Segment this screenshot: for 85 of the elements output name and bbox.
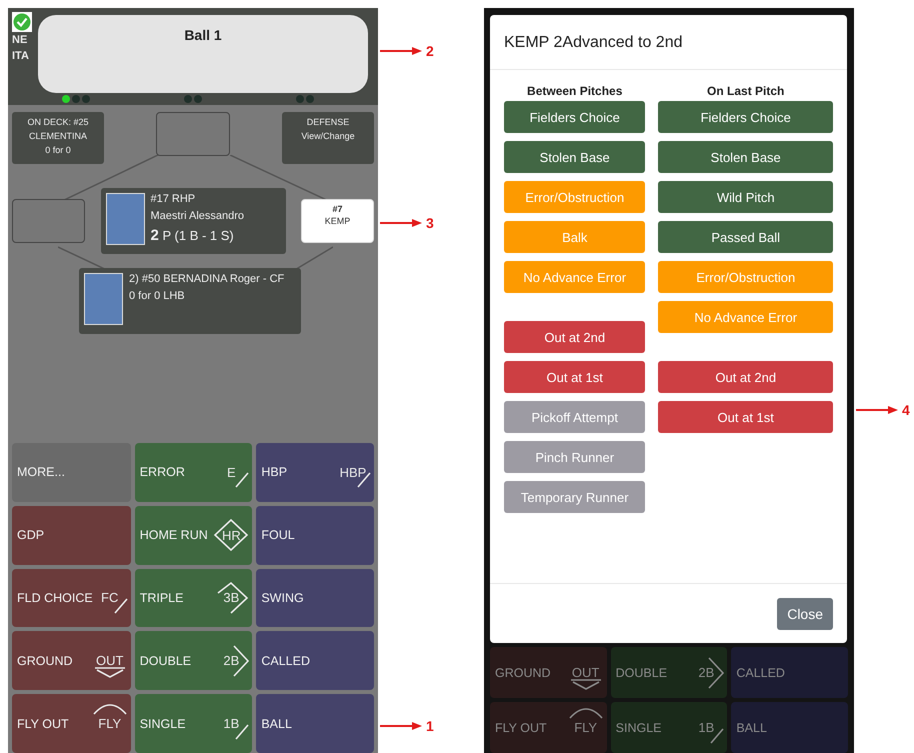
base-path-icon	[218, 582, 248, 613]
play-button[interactable]: TRIPLE 3B	[134, 568, 252, 628]
batter-name: 2) #50 BERNADINA Roger - CF	[129, 273, 284, 285]
play-symbol: OUT	[572, 665, 600, 680]
play-button[interactable]: SINGLE 1B	[610, 702, 728, 753]
annotation-number: 4	[902, 402, 910, 418]
defense-text: View/Change	[301, 131, 355, 141]
action-button[interactable]: Out at 2nd	[658, 361, 833, 393]
modal-title: KEMP 2Advanced to 2nd	[504, 34, 682, 51]
play-symbol: 2B	[698, 665, 714, 680]
play-symbol: OUT	[96, 653, 124, 668]
arrow-icon	[380, 46, 422, 56]
on-deck-card[interactable]: ON DECK: #25 CLEMENTINA 0 for 0	[12, 112, 104, 164]
defense-text: DEFENSE	[306, 117, 350, 127]
annotation-number: 3	[426, 215, 434, 231]
runner-number: #7	[332, 204, 342, 214]
play-button[interactable]: DOUBLE 2B	[610, 647, 728, 698]
on-deck-text: 0 for 0	[45, 145, 71, 155]
play-button[interactable]: GROUND OUT	[12, 631, 131, 690]
play-symbol: E	[227, 464, 236, 480]
play-symbol: HR	[222, 528, 241, 543]
play-button[interactable]: SINGLE 1B	[134, 694, 252, 753]
play-button[interactable]: GDP	[12, 506, 131, 565]
action-button[interactable]: Out at 1st	[658, 401, 833, 433]
diamond-icon	[215, 520, 248, 550]
action-button[interactable]: Passed Ball	[658, 221, 833, 253]
column-heading: On Last Pitch	[706, 84, 786, 98]
play-symbol: FLY	[574, 720, 598, 735]
defense-card[interactable]: DEFENSE View/Change	[282, 112, 374, 164]
on-deck-text: ON DECK: #25	[27, 117, 89, 127]
play-button[interactable]: BALL	[731, 702, 848, 753]
play-button[interactable]: FLD CHOICE FC	[12, 568, 131, 628]
toast-title: Ball 1	[184, 27, 222, 43]
column-heading: Between Pitches	[526, 84, 624, 98]
close-button[interactable]: Close	[777, 598, 833, 630]
second-base-box[interactable]	[156, 112, 230, 156]
play-button[interactable]: CALLED	[256, 631, 374, 690]
action-button[interactable]: Fielders Choice	[504, 101, 646, 133]
play-symbol: HBP	[340, 464, 366, 480]
play-button[interactable]: FOUL	[256, 506, 374, 565]
play-button[interactable]: MORE...	[12, 443, 131, 502]
annotation-number: 1	[426, 718, 434, 734]
play-symbol: FLY	[98, 716, 122, 732]
annotation-number: 2	[426, 43, 434, 59]
play-symbol: 2B	[223, 653, 240, 668]
on-deck-text: CLEMENTINA	[28, 131, 87, 141]
catch-icon	[570, 680, 601, 690]
play-button[interactable]: HOME RUN HR	[134, 506, 252, 565]
play-button[interactable]: DOUBLE 2B	[134, 631, 252, 690]
action-button[interactable]: Wild Pitch	[658, 181, 833, 213]
action-button[interactable]: Stolen Base	[504, 141, 646, 173]
pitcher-number: #17 RHP	[150, 193, 196, 205]
slash-icon	[236, 473, 248, 488]
action-button[interactable]: Stolen Base	[658, 141, 833, 173]
play-button[interactable]: ERROR E	[134, 443, 252, 502]
play-button[interactable]: CALLED	[731, 647, 848, 698]
photo-placeholder	[106, 193, 144, 245]
arc-icon	[570, 708, 602, 718]
play-button[interactable]: BALL	[256, 694, 374, 753]
play-button[interactable]: GROUND OUT	[490, 647, 607, 698]
photo-placeholder	[84, 273, 123, 325]
play-symbol: 1B	[223, 716, 240, 732]
catch-icon	[94, 668, 125, 678]
arrow-icon	[856, 405, 898, 415]
first-base-box[interactable]: #7 KEMP	[301, 199, 374, 243]
play-button[interactable]: HBP HBP	[256, 443, 374, 502]
action-button[interactable]: Out at 1st	[504, 361, 646, 393]
play-symbol: 3B	[223, 590, 240, 606]
pitcher-name: Maestri Alessandro	[150, 210, 244, 222]
team-abbreviation: NE	[12, 34, 28, 46]
play-symbol: FC	[101, 590, 118, 606]
play-button[interactable]: FLY OUT FLY	[12, 694, 131, 753]
runner-name: KEMP	[324, 216, 350, 226]
action-button[interactable]: Out at 2nd	[504, 321, 646, 353]
pitch-count: 2 P (1 B - 1 S)	[150, 227, 235, 244]
arc-icon	[94, 704, 126, 714]
team-abbreviation: ITA	[12, 50, 29, 62]
arrow-icon	[380, 721, 422, 731]
batter-stats: 0 for 0 LHB	[129, 290, 186, 302]
arrow-icon	[380, 218, 422, 228]
play-symbol: 1B	[698, 720, 714, 735]
action-button[interactable]: Fielders Choice	[658, 101, 833, 133]
play-button[interactable]: SWING	[256, 568, 374, 628]
third-base-box[interactable]	[12, 199, 85, 243]
play-button[interactable]: FLY OUT FLY	[490, 702, 607, 753]
